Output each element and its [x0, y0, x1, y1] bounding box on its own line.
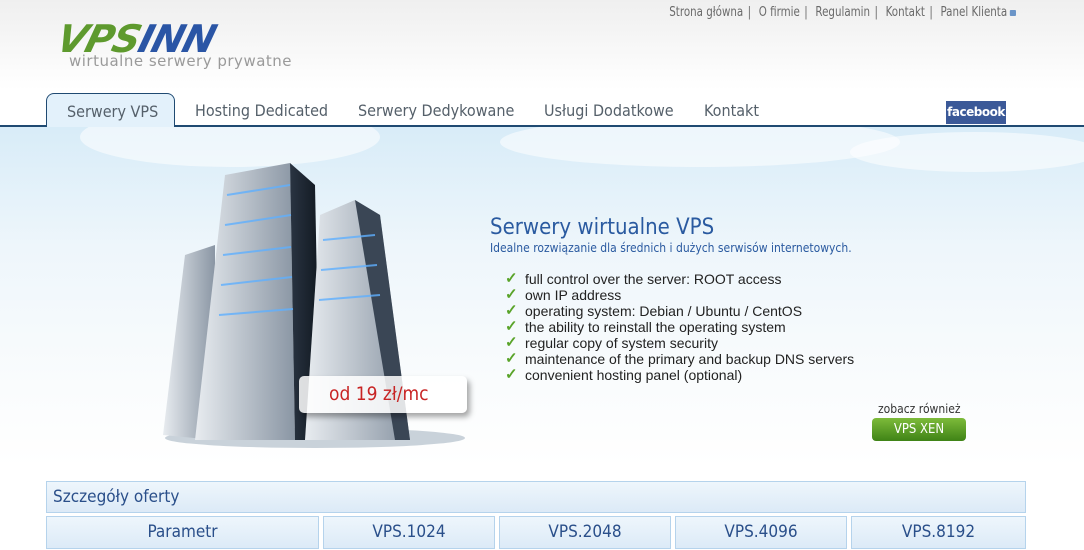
check-icon: ✓ [505, 270, 518, 287]
link-home[interactable]: Strona główna [669, 5, 743, 20]
facebook-button[interactable]: facebook [946, 101, 1006, 124]
check-icon: ✓ [505, 334, 518, 351]
check-icon: ✓ [505, 366, 518, 383]
offer-details-header: Szczegóły oferty [46, 481, 1026, 513]
tab-kontakt[interactable]: Kontakt [684, 93, 779, 127]
column-header-vps4096: VPS.4096 [675, 516, 847, 549]
see-also-label: zobacz również [878, 402, 961, 416]
feature-item: ✓ own IP address [505, 286, 622, 304]
hero-subtitle: Idealne rozwiązanie dla średnich i dużyc… [490, 241, 852, 255]
check-icon: ✓ [505, 302, 518, 319]
top-links: Strona główna | O firmie | Regulamin | Kont… [669, 5, 1016, 20]
column-header-parametr: Parametr [46, 516, 319, 549]
vps-xen-button[interactable]: VPS XEN [872, 418, 966, 441]
feature-item: ✓ full control over the server: ROOT acce… [505, 270, 782, 288]
column-header-vps8192: VPS.8192 [851, 516, 1026, 549]
tab-serwery-vps[interactable]: Serwery VPS [46, 93, 175, 127]
check-icon: ✓ [505, 286, 518, 303]
price-badge: od 19 zł/mc [299, 376, 467, 413]
logo-tagline: wirtualne serwery prywatne [69, 52, 293, 70]
lock-icon [1009, 10, 1016, 16]
feature-item: ✓ operating system: Debian / Ubuntu / Cen… [505, 302, 803, 320]
column-header-vps2048: VPS.2048 [499, 516, 671, 549]
feature-item: ✓ convenient hosting panel (optional) [505, 366, 743, 384]
tab-hosting-dedicated[interactable]: Hosting Dedicated [175, 93, 348, 127]
check-icon: ✓ [505, 350, 518, 367]
logo[interactable]: VPSINN [52, 17, 220, 61]
feature-list: ✓ full control over the server: ROOT acce… [505, 270, 855, 384]
tab-serwery-dedykowane[interactable]: Serwery Dedykowane [338, 93, 534, 127]
link-client-panel[interactable]: Panel Klienta [941, 5, 1008, 20]
check-icon: ✓ [505, 318, 518, 335]
column-header-vps1024: VPS.1024 [323, 516, 495, 549]
feature-item: ✓ the ability to reinstall the operating … [505, 318, 786, 336]
link-contact[interactable]: Kontakt [886, 5, 925, 20]
feature-item: ✓ maintenance of the primary and backup D… [505, 350, 855, 368]
tab-uslugi-dodatkowe[interactable]: Usługi Dodatkowe [524, 93, 694, 127]
feature-item: ✓ regular copy of system security [505, 334, 718, 352]
link-about[interactable]: O firmie [759, 5, 800, 20]
hero-title: Serwery wirtualne VPS [490, 215, 715, 240]
link-terms[interactable]: Regulamin [815, 5, 870, 20]
